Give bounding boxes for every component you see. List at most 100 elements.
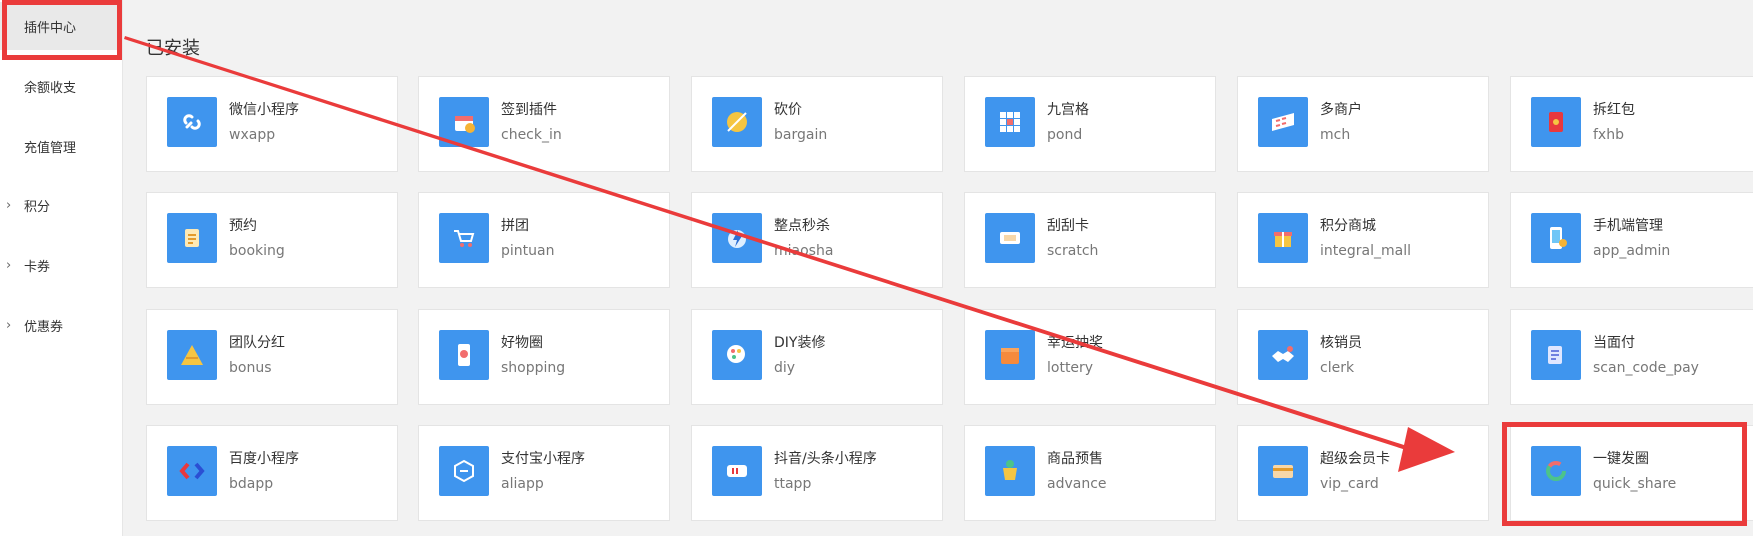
sidebar-item-label: 积分 — [24, 199, 51, 215]
sidebar-nav: 插件中心 余额收支 充值管理 › 积分 › 卡券 › 优惠券 — [0, 0, 123, 536]
plugin-card-ttapp[interactable]: 抖音/头条小程序 ttapp — [691, 425, 943, 521]
plugin-card-miaosha[interactable]: 整点秒杀 miaosha — [691, 192, 943, 288]
plugin-card-check-in[interactable]: 签到插件 check_in — [418, 76, 670, 172]
plugin-name: 多商户 — [1320, 102, 1362, 118]
plugin-name: 砍价 — [774, 102, 802, 118]
lottery-box-icon — [985, 330, 1035, 380]
plugin-code: app_admin — [1593, 243, 1671, 259]
plugin-card-app-admin[interactable]: 手机端管理 app_admin — [1510, 192, 1753, 288]
plugin-card-pintuan[interactable]: 拼团 pintuan — [418, 192, 670, 288]
plugin-card-advance[interactable]: 商品预售 advance — [964, 425, 1216, 521]
sidebar-item-label: 充值管理 — [24, 140, 77, 156]
plugin-card-shopping[interactable]: 好物圈 shopping — [418, 309, 670, 405]
phone-share-icon — [439, 330, 489, 380]
plugin-name: 拼团 — [501, 218, 529, 234]
plugin-name: 支付宝小程序 — [501, 451, 585, 467]
plugin-name: 核销员 — [1320, 335, 1362, 351]
section-title: 已安装 — [146, 38, 200, 59]
sidebar-item-cards[interactable]: › 卡券 — [0, 241, 122, 289]
plugin-code: fxhb — [1593, 127, 1624, 143]
sidebar-item-plugin-center[interactable]: 插件中心 — [0, 2, 122, 50]
sidebar-item-label: 插件中心 — [24, 20, 77, 36]
sidebar-item-balance[interactable]: 余额收支 — [0, 62, 122, 110]
plugin-name: 一键发圈 — [1593, 451, 1649, 467]
plugin-card-lottery[interactable]: 幸运抽奖 lottery — [964, 309, 1216, 405]
handshake-icon — [1258, 330, 1308, 380]
scan-pay-icon — [1531, 330, 1581, 380]
lightning-icon — [712, 213, 762, 263]
plugin-card-bargain[interactable]: 砍价 bargain — [691, 76, 943, 172]
plugin-card-scratch[interactable]: 刮刮卡 scratch — [964, 192, 1216, 288]
plugin-name: 百度小程序 — [229, 451, 299, 467]
plugin-card-scan-code-pay[interactable]: 当面付 scan_code_pay — [1510, 309, 1753, 405]
plugin-name: 抖音/头条小程序 — [774, 451, 877, 467]
plugin-name: 手机端管理 — [1593, 218, 1663, 234]
plugin-name: 刮刮卡 — [1047, 218, 1089, 234]
plugin-code: quick_share — [1593, 476, 1677, 492]
plugin-name: 微信小程序 — [229, 102, 299, 118]
tiktok-logo-icon — [712, 446, 762, 496]
vip-card-icon — [1258, 446, 1308, 496]
plugin-code: scan_code_pay — [1593, 360, 1699, 376]
plugin-card-mch[interactable]: 多商户 mch — [1237, 76, 1489, 172]
plugin-code: clerk — [1320, 360, 1355, 376]
plugin-card-aliapp[interactable]: 支付宝小程序 aliapp — [418, 425, 670, 521]
red-envelope-icon — [1531, 97, 1581, 147]
plugin-code: vip_card — [1320, 476, 1379, 492]
plugin-name: 当面付 — [1593, 335, 1635, 351]
alipay-logo-icon — [439, 446, 489, 496]
grid-icon — [985, 97, 1035, 147]
plugin-name: 拆红包 — [1593, 102, 1635, 118]
sidebar-item-label: 优惠券 — [24, 319, 64, 335]
plugin-code: integral_mall — [1320, 243, 1411, 259]
plugin-name: 九宫格 — [1047, 102, 1089, 118]
pyramid-icon — [167, 330, 217, 380]
plugin-card-fxhb[interactable]: 拆红包 fxhb — [1510, 76, 1753, 172]
plugin-name: 预约 — [229, 218, 257, 234]
phone-admin-icon — [1531, 213, 1581, 263]
calendar-gift-icon — [439, 97, 489, 147]
plugin-name: DIY装修 — [774, 335, 826, 351]
plugin-name: 签到插件 — [501, 102, 557, 118]
plugin-code: bdapp — [229, 476, 274, 492]
sidebar-item-label: 余额收支 — [24, 80, 77, 96]
plugin-code: bonus — [229, 360, 272, 376]
plugin-card-pond[interactable]: 九宫格 pond — [964, 76, 1216, 172]
plugin-code: advance — [1047, 476, 1107, 492]
plugin-code: mch — [1320, 127, 1351, 143]
shopping-cart-icon — [439, 213, 489, 263]
plugin-code: pond — [1047, 127, 1083, 143]
plugin-card-wxapp[interactable]: 微信小程序 wxapp — [146, 76, 398, 172]
plugin-card-vip-card[interactable]: 超级会员卡 vip_card — [1237, 425, 1489, 521]
plugin-card-diy[interactable]: DIY装修 diy — [691, 309, 943, 405]
storefront-icon — [1258, 97, 1308, 147]
plugin-code: lottery — [1047, 360, 1094, 376]
sidebar-item-label: 卡券 — [24, 259, 51, 275]
coin-cut-icon — [712, 97, 762, 147]
plugin-name: 团队分红 — [229, 335, 285, 351]
paint-icon — [712, 330, 762, 380]
plugin-card-quick-share[interactable]: 一键发圈 quick_share — [1510, 425, 1753, 521]
plugin-code: diy — [774, 360, 796, 376]
chevron-right-icon: › — [6, 317, 12, 333]
plugin-card-clerk[interactable]: 核销员 clerk — [1237, 309, 1489, 405]
sidebar-item-coupons[interactable]: › 优惠券 — [0, 301, 122, 349]
plugin-card-booking[interactable]: 预约 booking — [146, 192, 398, 288]
plugin-card-integral-mall[interactable]: 积分商城 integral_mall — [1237, 192, 1489, 288]
plugin-card-bonus[interactable]: 团队分红 bonus — [146, 309, 398, 405]
plugin-code: wxapp — [229, 127, 276, 143]
circle-share-icon — [1531, 446, 1581, 496]
sidebar-item-points[interactable]: › 积分 — [0, 181, 122, 229]
presale-icon — [985, 446, 1035, 496]
plugin-code: ttapp — [774, 476, 812, 492]
plugin-name: 好物圈 — [501, 335, 543, 351]
plugin-code: aliapp — [501, 476, 544, 492]
sidebar-item-recharge[interactable]: 充值管理 — [0, 122, 122, 170]
plugin-name: 超级会员卡 — [1320, 451, 1390, 467]
baidu-logo-icon — [167, 446, 217, 496]
chevron-right-icon: › — [6, 257, 12, 273]
plugin-code: bargain — [774, 127, 828, 143]
plugin-name: 商品预售 — [1047, 451, 1103, 467]
plugin-card-bdapp[interactable]: 百度小程序 bdapp — [146, 425, 398, 521]
plugin-code: check_in — [501, 127, 562, 143]
